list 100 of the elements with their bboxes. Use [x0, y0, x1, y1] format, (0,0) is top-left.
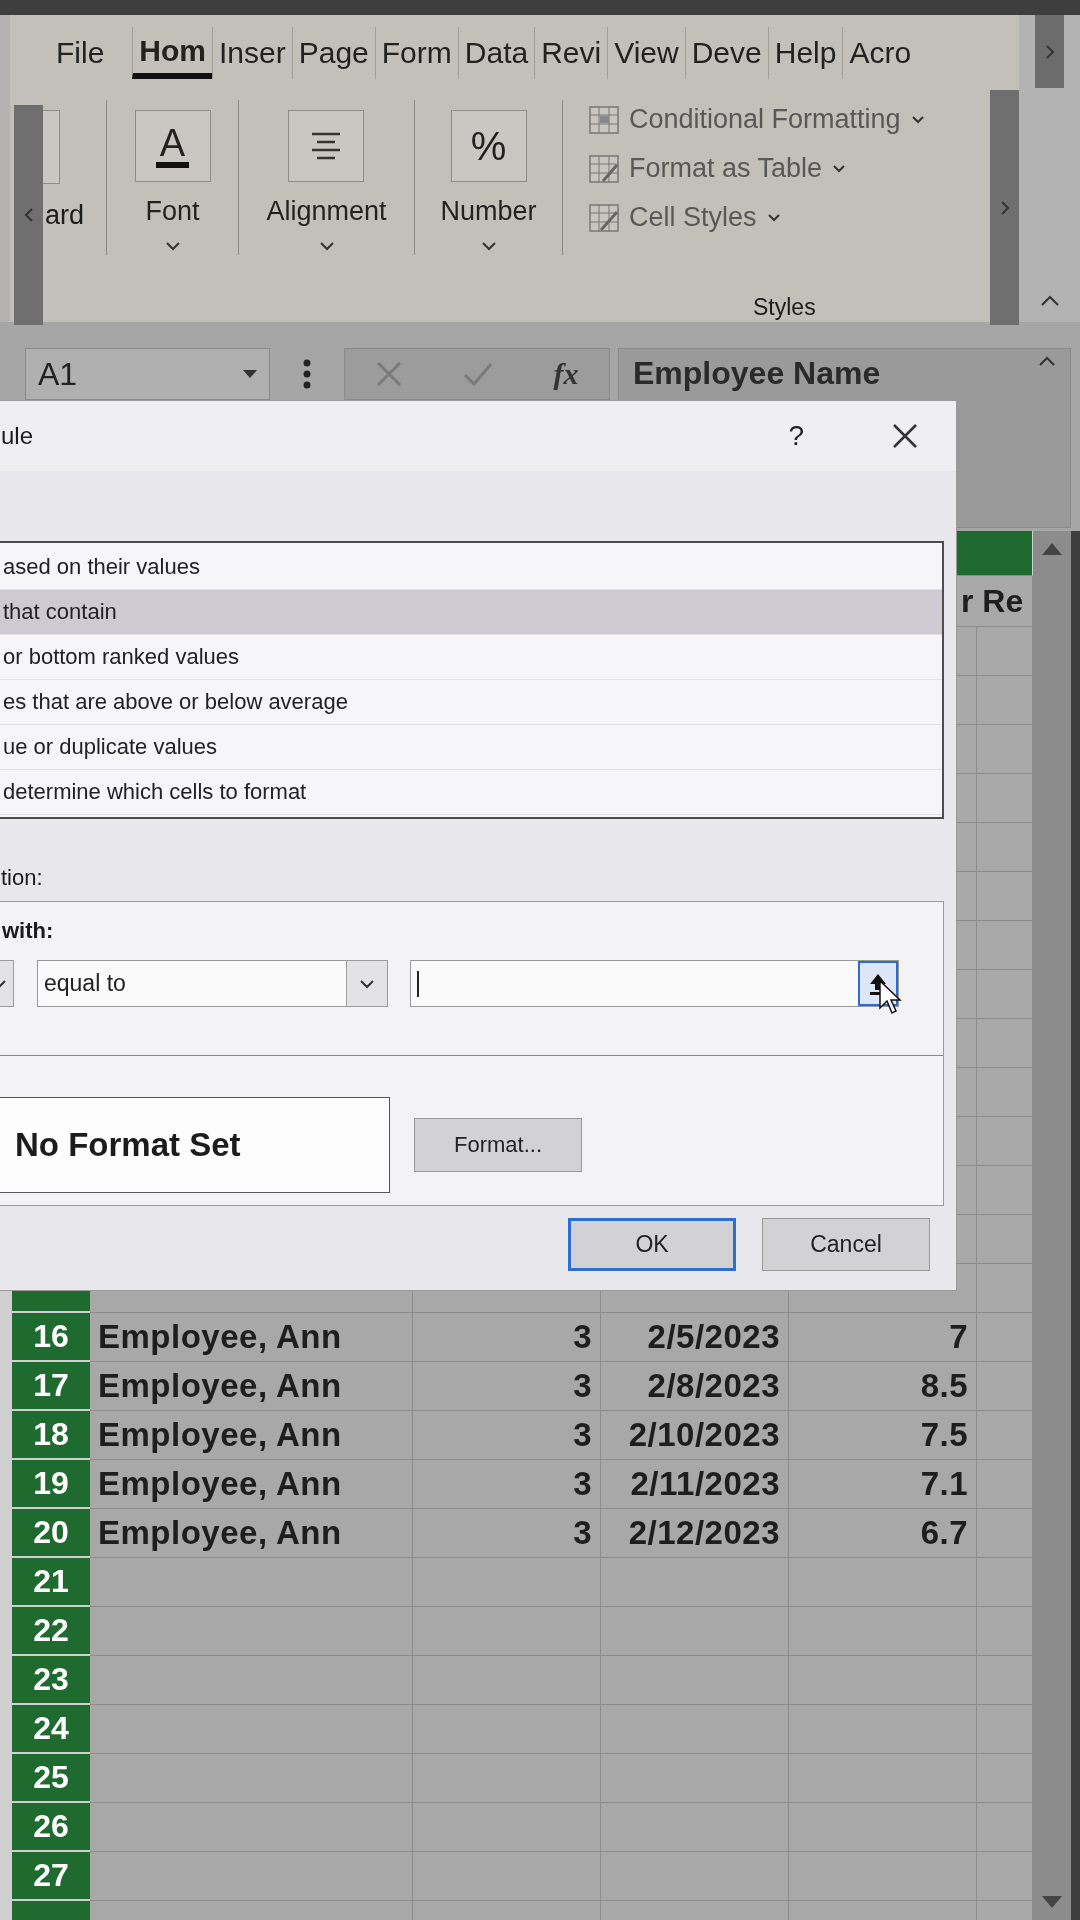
ribbon-tab[interactable]: Page [291, 26, 375, 79]
rule-type-item[interactable]: that contain [0, 590, 942, 635]
table-cell [977, 1803, 1033, 1852]
styles-menu-button[interactable]: Format as Table [589, 153, 990, 184]
table-cell [957, 1166, 977, 1215]
table-cell [977, 1264, 1033, 1313]
dropdown-icon [243, 370, 257, 378]
table-cell [977, 1117, 1033, 1166]
table-cell [957, 1117, 977, 1166]
dialog-button[interactable]: OK [568, 1218, 736, 1271]
row-header[interactable]: 25 [12, 1754, 90, 1803]
name-box[interactable]: A1 [25, 348, 270, 400]
table-cell: 6.7 [789, 1509, 977, 1558]
table-cell [977, 1607, 1033, 1656]
table-cell [957, 1019, 977, 1068]
table-cell [957, 676, 977, 725]
percent-icon: % [470, 123, 507, 169]
chevron-up-icon [1039, 295, 1060, 307]
scroll-up-icon[interactable] [1042, 543, 1062, 555]
vertical-scrollbar[interactable] [1033, 531, 1071, 1920]
table-cell [977, 1705, 1033, 1754]
format-preview: No Format Set [0, 1097, 390, 1193]
table-cell: 3 [413, 1313, 601, 1362]
scroll-down-icon[interactable] [1042, 1896, 1062, 1908]
section-label: tion: [0, 864, 44, 892]
table-cell [977, 1558, 1033, 1607]
checkmark-icon[interactable] [462, 361, 493, 387]
row-header[interactable]: 22 [12, 1607, 90, 1656]
row-header[interactable]: 23 [12, 1656, 90, 1705]
table-cell [957, 921, 977, 970]
ribbon-tab[interactable]: Form [374, 26, 458, 79]
row-header[interactable]: 18 [12, 1411, 90, 1460]
row-header[interactable]: 16 [12, 1313, 90, 1362]
row-header[interactable]: 26 [12, 1803, 90, 1852]
table-cell [977, 970, 1033, 1019]
table-cell [957, 970, 977, 1019]
ribbon-tab[interactable]: View [607, 26, 685, 79]
ribbon-button[interactable]: Alignment [266, 110, 387, 227]
table-cell [977, 1509, 1033, 1558]
table-cell [977, 1362, 1033, 1411]
close-button[interactable] [892, 423, 918, 449]
rule-type-item[interactable]: determine which cells to format [0, 770, 942, 815]
table-cell [977, 1313, 1033, 1362]
insert-function-button[interactable]: fx [553, 357, 579, 391]
table-cell: 2/11/2023 [601, 1460, 789, 1509]
ribbon-tab[interactable]: Inser [212, 26, 292, 79]
table-cell [977, 774, 1033, 823]
ribbon-tab[interactable]: Help [767, 26, 843, 79]
group-label[interactable]: ard [45, 200, 85, 231]
chevron-down-icon [766, 213, 781, 222]
row-header[interactable] [12, 1291, 90, 1313]
help-button[interactable]: ? [788, 420, 804, 452]
value-field[interactable] [410, 960, 899, 1007]
table-cell: 3 [413, 1509, 601, 1558]
chevron-right-icon [1043, 43, 1056, 60]
rule-type-item[interactable]: or bottom ranked values [0, 635, 942, 680]
ribbon-tab[interactable]: Revi [534, 26, 608, 79]
more-icon[interactable] [303, 359, 311, 389]
table-cell: Employee, Ann [90, 1362, 413, 1411]
format-button[interactable]: Format... [414, 1118, 582, 1172]
styles-menu-button[interactable]: Conditional Formatting [589, 104, 990, 135]
ribbon-button[interactable]: % Number [440, 110, 537, 227]
table-cell [977, 872, 1033, 921]
row-header[interactable]: 20 [12, 1509, 90, 1558]
ribbon-tab[interactable]: Acro [842, 26, 918, 79]
ribbon-tab[interactable]: File [50, 26, 111, 79]
chevron-down-icon [910, 115, 925, 124]
row-header[interactable]: 17 [12, 1362, 90, 1411]
table-cell: 2/8/2023 [601, 1362, 789, 1411]
cancel-icon[interactable] [375, 361, 402, 387]
rule-type-item[interactable]: es that are above or below average [0, 680, 942, 725]
chevron-up-icon [1038, 355, 1056, 367]
table-cell: Employee, Ann [90, 1313, 413, 1362]
table-cell: 8.5 [789, 1362, 977, 1411]
dialog-button[interactable]: Cancel [762, 1218, 930, 1271]
chevron-down-icon [832, 164, 847, 173]
row-header[interactable]: 19 [12, 1460, 90, 1509]
table-cell [977, 627, 1033, 676]
row-header[interactable]: 27 [12, 1852, 90, 1901]
table-cell: Employee, Ann [90, 1460, 413, 1509]
table-cell [957, 774, 977, 823]
table-cell [977, 1852, 1033, 1901]
styles-menu-button[interactable]: Cell Styles [589, 202, 990, 233]
operator-dropdown[interactable]: equal to [37, 960, 388, 1007]
table-cell [977, 823, 1033, 872]
row-header[interactable]: 21 [12, 1558, 90, 1607]
row-header[interactable]: 24 [12, 1705, 90, 1754]
conditional-formatting-icon [589, 105, 619, 134]
table-cell: 2/10/2023 [601, 1411, 789, 1460]
table-cell [977, 725, 1033, 774]
table-cell: r Re [957, 576, 1033, 627]
dialog-title: ule [1, 422, 35, 450]
rule-type-item[interactable]: ue or duplicate values [0, 725, 942, 770]
ribbon-tab[interactable]: Deve [684, 26, 768, 79]
ribbon-tab[interactable]: Hom [132, 26, 212, 79]
table-cell [957, 627, 977, 676]
ribbon-tab[interactable]: Data [457, 26, 535, 79]
column-header[interactable] [957, 531, 1033, 576]
align-center-icon [310, 131, 343, 161]
table-cell [977, 1019, 1033, 1068]
